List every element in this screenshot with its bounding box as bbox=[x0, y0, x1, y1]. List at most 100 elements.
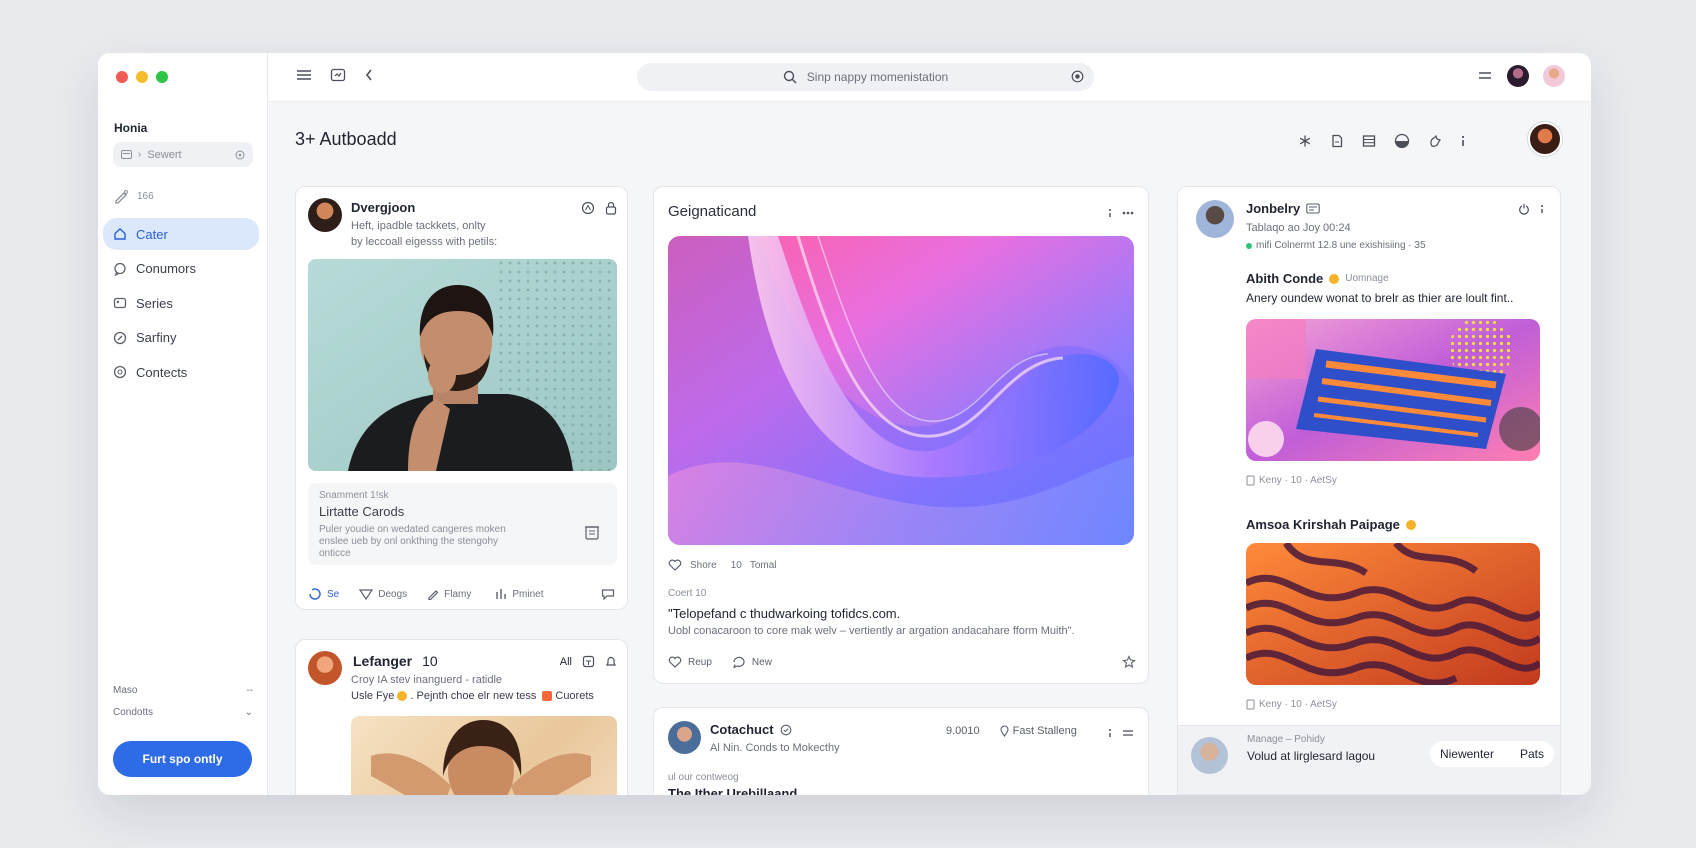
action-pminet[interactable]: Pminet bbox=[495, 588, 544, 600]
post2-title[interactable]: Amsoa Krirshah Paipage bbox=[1246, 517, 1400, 532]
more-horizontal-icon[interactable] bbox=[1122, 211, 1134, 215]
post-headline[interactable]: The Ither Urebillaand bbox=[668, 786, 797, 795]
post-kicker: Coert 10 bbox=[668, 588, 707, 599]
author-avatar[interactable] bbox=[668, 721, 701, 754]
primary-cta-button[interactable]: Furt spo ontly bbox=[113, 741, 252, 777]
share-icon[interactable] bbox=[581, 201, 595, 215]
sidebar-item-contects[interactable]: Contects bbox=[103, 356, 259, 388]
user-avatar-secondary[interactable] bbox=[1543, 65, 1565, 87]
post1-collage-image[interactable] bbox=[1246, 319, 1540, 461]
action-reup[interactable]: Reup bbox=[668, 656, 712, 668]
bell-icon[interactable] bbox=[605, 655, 617, 668]
power-icon[interactable] bbox=[1518, 203, 1530, 215]
action-new[interactable]: New bbox=[732, 656, 772, 668]
user-avatar[interactable] bbox=[1507, 65, 1529, 87]
message-icon[interactable] bbox=[601, 588, 615, 600]
window-controls bbox=[116, 71, 168, 83]
card-action-row: Se Deogs Flamy Pminet bbox=[308, 588, 617, 600]
card-header-actions bbox=[1518, 203, 1544, 215]
sidebar-item-label: Series bbox=[136, 295, 173, 311]
sidebar-item-cater[interactable]: Cater bbox=[103, 218, 259, 250]
action-se[interactable]: Se bbox=[308, 588, 339, 600]
stat-count: 10 bbox=[730, 559, 742, 571]
online-status-dot bbox=[1246, 242, 1252, 249]
sidebar-footer-maso[interactable]: Maso -- bbox=[113, 685, 253, 696]
post-photo-woman[interactable] bbox=[351, 716, 617, 795]
post-line-1: Croy IA stev inanguerd - ratidle bbox=[351, 674, 503, 686]
action-flamy[interactable]: Flamy bbox=[427, 588, 471, 600]
footer-kicker: Manage – Pohidy bbox=[1247, 734, 1325, 745]
stat-share[interactable]: Shore bbox=[690, 560, 717, 571]
manager-avatar[interactable] bbox=[1191, 737, 1228, 774]
search-icon bbox=[783, 70, 797, 84]
sidebar-item-series[interactable]: Series bbox=[103, 287, 259, 319]
back-chevron-icon[interactable] bbox=[364, 68, 374, 82]
action-deogs[interactable]: Deogs bbox=[359, 588, 407, 600]
sidebar-search-input[interactable]: Sewert bbox=[147, 149, 181, 161]
post-card-geignaticand: Geignaticand Shore 10 Tomal Coert 10 "Te… bbox=[653, 186, 1149, 684]
post-line-2b: . Pejnth choe elr new tess bbox=[410, 690, 537, 702]
card-header-actions bbox=[581, 201, 617, 215]
manage-footer: Manage – Pohidy Volud at lirglesard lago… bbox=[1178, 725, 1560, 794]
post1-title[interactable]: Abith Conde bbox=[1246, 271, 1323, 286]
sidebar-item-sarfiny[interactable]: Sarfiny bbox=[103, 322, 259, 354]
post2-pattern-image[interactable] bbox=[1246, 543, 1540, 685]
search-input[interactable]: Sinp nappy momenistation bbox=[807, 70, 948, 84]
sidebar-search[interactable]: › Sewert bbox=[113, 142, 253, 167]
pin-icon bbox=[113, 331, 127, 345]
post-line-2c[interactable]: Cuorets bbox=[555, 690, 594, 702]
author-name[interactable]: Jonbelry bbox=[1246, 201, 1300, 216]
bookmark-list-icon[interactable] bbox=[583, 523, 601, 541]
newsletter-button[interactable]: Niewenter bbox=[1440, 747, 1494, 761]
list-menu-icon[interactable] bbox=[1477, 70, 1493, 82]
settings-icon[interactable] bbox=[235, 150, 245, 160]
half-circle-icon[interactable] bbox=[1394, 133, 1410, 149]
inner-preview-box[interactable]: Snamment 1!sk Lirtatte Carods Puler youd… bbox=[308, 483, 617, 565]
asterisk-icon[interactable] bbox=[1298, 134, 1312, 148]
sidebar-misc[interactable]: 166 bbox=[114, 189, 154, 204]
author-name[interactable]: Cotachuct bbox=[710, 722, 774, 737]
filter-all-tag[interactable]: All bbox=[560, 656, 572, 668]
hero-abstract-image[interactable] bbox=[668, 236, 1134, 545]
menu-icon[interactable] bbox=[1122, 729, 1134, 737]
voice-search-icon[interactable] bbox=[1071, 70, 1084, 83]
document-icon[interactable] bbox=[1330, 134, 1344, 148]
list-icon[interactable] bbox=[1362, 134, 1376, 148]
more-vertical-icon[interactable] bbox=[1540, 203, 1544, 215]
badge-icon bbox=[1405, 519, 1416, 530]
meta-location[interactable]: Fast Stalleng bbox=[1000, 725, 1077, 737]
calendar-icon[interactable] bbox=[582, 655, 595, 668]
author-avatar[interactable] bbox=[308, 198, 342, 232]
gesture-icon[interactable] bbox=[1428, 134, 1442, 148]
more-vertical-icon[interactable] bbox=[1460, 134, 1466, 148]
sidebar-item-label: Cater bbox=[136, 226, 168, 242]
more-vertical-icon[interactable] bbox=[1108, 207, 1112, 219]
menu-icon[interactable] bbox=[296, 68, 312, 82]
sidebar-footer-condotts[interactable]: Condotts ⌄ bbox=[113, 707, 253, 718]
post-headline[interactable]: "Telopefand c thudwarkoing tofidcs.com. bbox=[668, 606, 900, 621]
author-name[interactable]: Dvergjoon bbox=[351, 200, 415, 215]
profile-avatar[interactable] bbox=[1528, 122, 1562, 156]
lock-icon[interactable] bbox=[605, 201, 617, 215]
pin-icon[interactable] bbox=[1122, 655, 1136, 669]
author-avatar[interactable] bbox=[1196, 200, 1234, 238]
author-row: Lefanger 10 bbox=[353, 653, 438, 669]
badge-icon bbox=[1329, 273, 1340, 284]
close-window-button[interactable] bbox=[116, 71, 128, 83]
calendar-icon[interactable] bbox=[330, 68, 346, 82]
post-photo-portrait[interactable] bbox=[308, 259, 617, 471]
global-search[interactable]: Sinp nappy momenistation bbox=[637, 63, 1094, 91]
minimize-window-button[interactable] bbox=[136, 71, 148, 83]
more-vertical-icon[interactable] bbox=[1108, 727, 1112, 739]
pats-button[interactable]: Pats bbox=[1520, 747, 1544, 761]
heart-icon[interactable] bbox=[668, 559, 682, 571]
pen-icon bbox=[114, 189, 129, 204]
author-avatar[interactable] bbox=[308, 651, 342, 685]
app-window: Honia › Sewert 166 Cater Conumors Series bbox=[98, 53, 1591, 795]
info-icon bbox=[113, 365, 127, 379]
sidebar-item-conumors[interactable]: Conumors bbox=[103, 253, 259, 285]
author-name[interactable]: Lefanger bbox=[353, 653, 412, 669]
sidebar-footer-label: Maso bbox=[113, 685, 138, 696]
post-line-2a: Usle Fye bbox=[351, 690, 395, 702]
maximize-window-button[interactable] bbox=[156, 71, 168, 83]
